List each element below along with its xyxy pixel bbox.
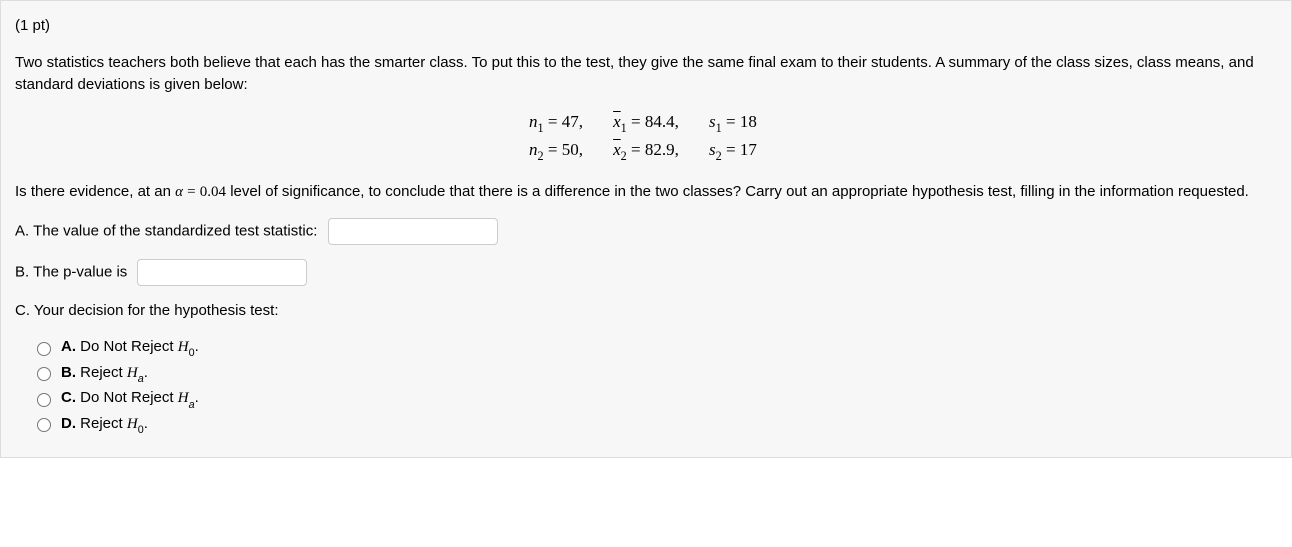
radio-c[interactable] (37, 393, 51, 407)
option-a[interactable]: A. Do Not Reject H0. (37, 336, 1277, 361)
s1-cell: s1 = 18 (709, 109, 799, 137)
question-text: Is there evidence, at an α = 0.04 level … (15, 181, 1277, 204)
option-a-text: A. Do Not Reject H0. (61, 336, 199, 361)
part-c: C. Your decision for the hypothesis test… (15, 300, 1277, 323)
x1-cell: x1 = 84.4, (601, 109, 691, 137)
stats-block: n1 = 47, x1 = 84.4, s1 = 18 n2 = 50, x2 … (15, 109, 1277, 166)
part-b-label: B. The p-value is (15, 263, 127, 280)
radio-d[interactable] (37, 418, 51, 432)
part-a: A. The value of the standardized test st… (15, 218, 1277, 245)
n2-cell: n2 = 50, (493, 137, 583, 165)
s2-cell: s2 = 17 (709, 137, 799, 165)
option-b[interactable]: B. Reject Ha. (37, 362, 1277, 387)
part-a-label: A. The value of the standardized test st… (15, 222, 317, 239)
option-c[interactable]: C. Do Not Reject Ha. (37, 387, 1277, 412)
stats-row-2: n2 = 50, x2 = 82.9, s2 = 17 (15, 137, 1277, 165)
options-list: A. Do Not Reject H0. B. Reject Ha. C. Do… (37, 336, 1277, 438)
option-b-text: B. Reject Ha. (61, 362, 148, 387)
x2-cell: x2 = 82.9, (601, 137, 691, 165)
stats-row-1: n1 = 47, x1 = 84.4, s1 = 18 (15, 109, 1277, 137)
option-d-text: D. Reject H0. (61, 413, 148, 438)
question-container: (1 pt) Two statistics teachers both beli… (0, 0, 1292, 458)
part-c-label: C. Your decision for the hypothesis test… (15, 302, 279, 319)
option-d[interactable]: D. Reject H0. (37, 413, 1277, 438)
test-statistic-input[interactable] (328, 218, 498, 245)
intro-text: Two statistics teachers both believe tha… (15, 52, 1277, 97)
option-c-text: C. Do Not Reject Ha. (61, 387, 199, 412)
radio-a[interactable] (37, 342, 51, 356)
part-b: B. The p-value is (15, 259, 1277, 286)
n1-cell: n1 = 47, (493, 109, 583, 137)
points-label: (1 pt) (15, 15, 1277, 38)
p-value-input[interactable] (137, 259, 307, 286)
radio-b[interactable] (37, 367, 51, 381)
